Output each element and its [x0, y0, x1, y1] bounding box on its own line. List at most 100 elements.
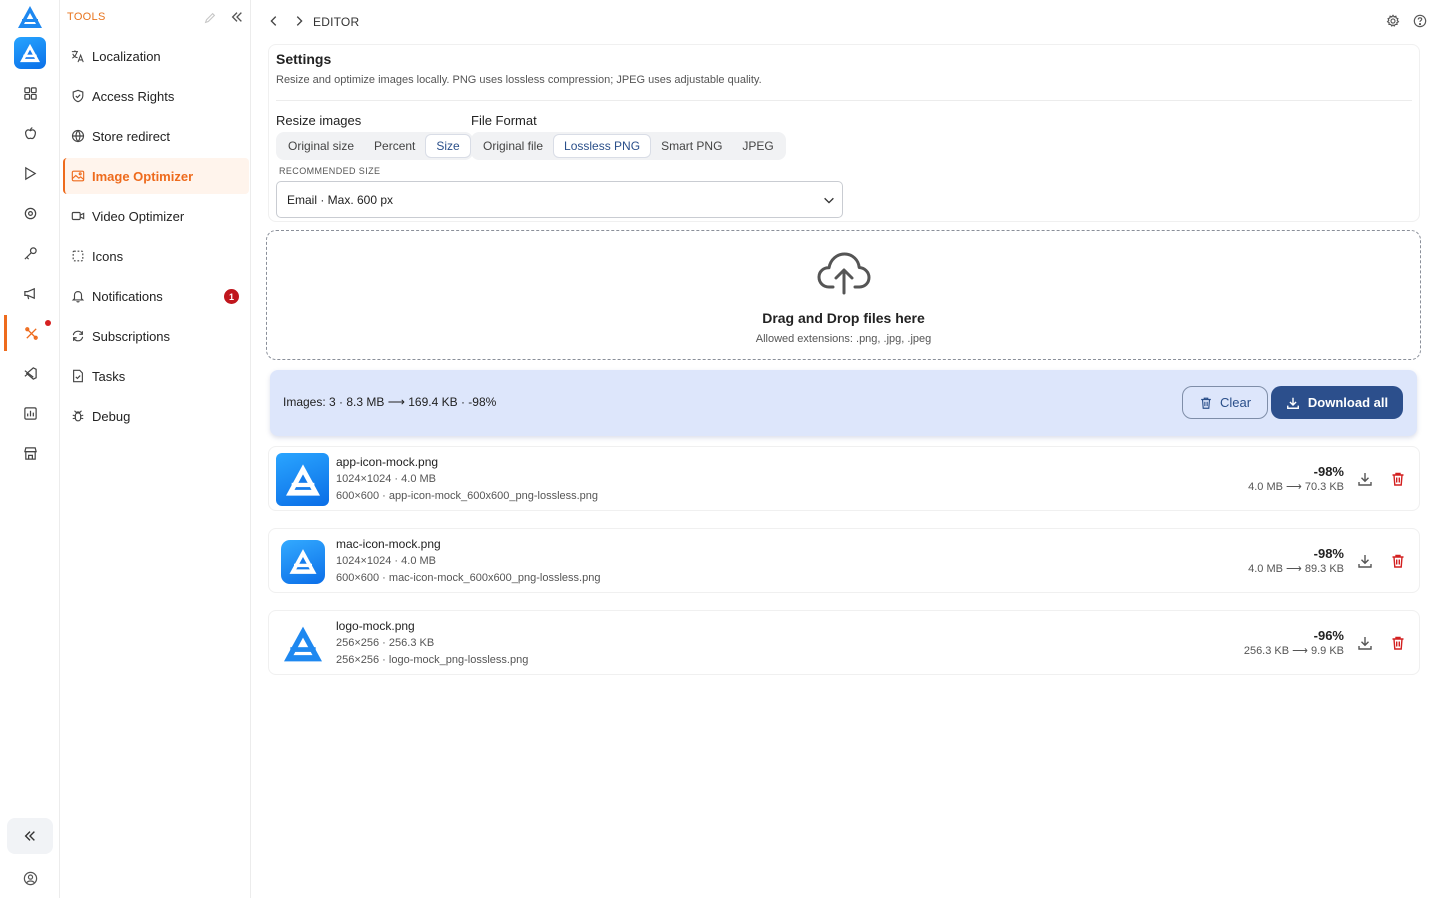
sidebar-item-notifications[interactable]: Notifications 1: [63, 278, 249, 314]
sidebar-item-localization[interactable]: Localization: [63, 38, 249, 74]
file-reduction-percent: -98%: [1313, 546, 1344, 561]
file-card: mac-icon-mock.png 1024×1024 · 4.0 MB 600…: [268, 528, 1420, 593]
globe-icon: [71, 129, 85, 143]
delete-trash-icon[interactable]: [1390, 471, 1406, 487]
sidebar-item-label: Notifications: [92, 288, 163, 304]
megaphone-icon[interactable]: [0, 279, 60, 307]
sidebar-item-label: Debug: [92, 408, 131, 424]
dashed-square-icon: [72, 250, 84, 262]
account-icon[interactable]: [0, 866, 60, 890]
tools-notification-dot: [45, 320, 51, 326]
sidebar-item-store-redirect[interactable]: Store redirect: [63, 118, 249, 154]
play-store-icon[interactable]: [0, 159, 60, 187]
refresh-icon: [72, 330, 84, 342]
cloud-upload-icon: [817, 251, 871, 295]
shield-icon: [72, 89, 84, 103]
bug-icon: [72, 410, 84, 422]
key-icon[interactable]: [0, 239, 60, 267]
resize-option-size[interactable]: Size: [425, 134, 471, 158]
top-bar: EDITOR: [251, 0, 1440, 42]
download-all-button[interactable]: Download all: [1271, 386, 1403, 419]
recommended-size-value: Email · Max. 600 px: [287, 192, 394, 207]
help-icon[interactable]: [1413, 14, 1427, 28]
tools-sidebar: TOOLS Localization Access Rights Store r…: [60, 0, 251, 898]
recommended-size-label: RECOMMENDED SIZE: [279, 166, 381, 176]
file-thumbnail: [276, 535, 329, 588]
format-option-original-file[interactable]: Original file: [473, 134, 553, 158]
chevron-down-icon: [822, 193, 836, 207]
download-icon[interactable]: [1357, 553, 1373, 569]
bell-icon: [71, 291, 85, 303]
summary-text: Images: 3 · 8.3 MB ⟶ 169.4 KB · -98%: [283, 395, 497, 409]
file-card: app-icon-mock.png 1024×1024 · 4.0 MB 600…: [268, 446, 1420, 511]
settings-gear-icon[interactable]: [1386, 14, 1400, 28]
analytics-icon[interactable]: [0, 399, 60, 427]
store-icon[interactable]: [0, 439, 60, 467]
collapse-sidebar-icon[interactable]: [230, 10, 244, 24]
file-output-name: 256×256 · logo-mock_png-lossless.png: [336, 654, 529, 666]
delete-trash-icon[interactable]: [1390, 635, 1406, 651]
summary-bar: Images: 3 · 8.3 MB ⟶ 169.4 KB · -98% Cle…: [270, 370, 1417, 436]
sidebar-item-subscriptions[interactable]: Subscriptions: [63, 318, 249, 354]
resize-option-percent[interactable]: Percent: [364, 134, 425, 158]
download-icon: [1286, 397, 1299, 409]
download-all-label: Download all: [1307, 395, 1389, 410]
notifications-badge: 1: [224, 289, 239, 304]
divider: [276, 100, 1412, 101]
sidebar-item-label: Image Optimizer: [92, 168, 194, 184]
download-icon[interactable]: [1357, 635, 1373, 651]
file-size-change: 4.0 MB ⟶ 89.3 KB: [1248, 563, 1344, 575]
file-thumbnail: [276, 453, 329, 506]
sidebar-item-image-optimizer[interactable]: Image Optimizer: [63, 158, 249, 194]
file-size-change: 4.0 MB ⟶ 70.3 KB: [1248, 481, 1344, 493]
sidebar-item-debug[interactable]: Debug: [63, 398, 249, 434]
collapse-rail-icon[interactable]: [7, 818, 53, 854]
vscode-icon[interactable]: [0, 359, 60, 387]
video-icon: [71, 211, 85, 221]
sidebar-item-icons[interactable]: Icons: [63, 238, 249, 274]
sidebar-item-label: Localization: [92, 48, 161, 64]
file-format-label: File Format: [471, 113, 537, 128]
back-arrow-icon[interactable]: [267, 14, 281, 28]
file-dropzone[interactable]: Drag and Drop files here Allowed extensi…: [266, 230, 1421, 360]
brand-logo-icon: [17, 5, 43, 29]
recommended-size-select[interactable]: Email · Max. 600 px: [276, 181, 843, 218]
trash-icon: [1201, 397, 1211, 409]
sidebar-item-access-rights[interactable]: Access Rights: [63, 78, 249, 114]
clear-button[interactable]: Clear: [1182, 386, 1268, 419]
format-option-jpeg[interactable]: JPEG: [732, 134, 783, 158]
sidebar-heading: TOOLS: [67, 11, 106, 23]
download-icon[interactable]: [1357, 471, 1373, 487]
format-option-lossless-png[interactable]: Lossless PNG: [553, 134, 652, 158]
sidebar-item-video-optimizer[interactable]: Video Optimizer: [63, 198, 249, 234]
dropzone-allowed-extensions: Allowed extensions: .png, .jpg, .jpeg: [755, 333, 932, 345]
file-original-meta: 1024×1024 · 4.0 MB: [336, 555, 436, 567]
icon-rail: [0, 0, 60, 898]
file-thumbnail: [276, 617, 329, 670]
file-name: app-icon-mock.png: [336, 455, 439, 469]
dashboard-icon[interactable]: [0, 79, 60, 107]
settings-panel: Settings Resize and optimize images loca…: [268, 44, 1420, 222]
file-name: mac-icon-mock.png: [336, 537, 441, 551]
clear-button-label: Clear: [1219, 395, 1252, 410]
sidebar-item-label: Access Rights: [92, 88, 175, 104]
sidebar-item-label: Subscriptions: [92, 328, 171, 344]
format-option-smart-png[interactable]: Smart PNG: [651, 134, 732, 158]
edit-pencil-icon[interactable]: [203, 11, 217, 25]
resize-option-original-size[interactable]: Original size: [278, 134, 364, 158]
target-icon[interactable]: [0, 199, 60, 227]
resize-images-label: Resize images: [276, 113, 362, 128]
sidebar-item-label: Icons: [92, 248, 124, 264]
delete-trash-icon[interactable]: [1390, 553, 1406, 569]
dropzone-title: Drag and Drop files here: [762, 310, 925, 326]
task-file-icon: [73, 369, 83, 383]
apple-icon[interactable]: [0, 119, 60, 147]
file-original-meta: 256×256 · 256.3 KB: [336, 637, 435, 649]
breadcrumb: EDITOR: [313, 15, 360, 29]
sidebar-item-label: Video Optimizer: [92, 208, 185, 224]
app-switcher-icon[interactable]: [14, 37, 46, 69]
forward-arrow-icon[interactable]: [292, 14, 306, 28]
translate-icon: [71, 50, 84, 63]
sidebar-item-tasks[interactable]: Tasks: [63, 358, 249, 394]
file-output-name: 600×600 · app-icon-mock_600x600_png-loss…: [336, 490, 599, 502]
